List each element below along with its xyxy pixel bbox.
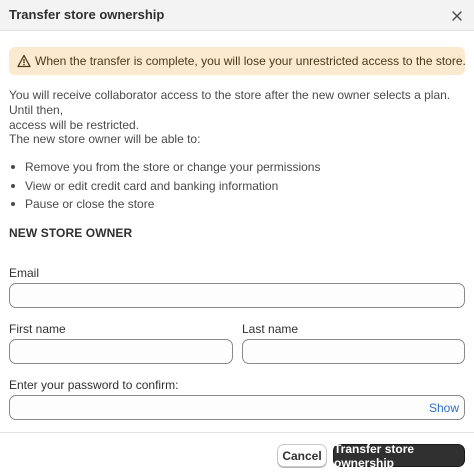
dialog-header: Transfer store ownership [0, 0, 474, 31]
info-paragraph-line: You will receive collaborator access to … [9, 88, 451, 117]
close-button[interactable] [446, 5, 468, 27]
section-heading: NEW STORE OWNER [9, 226, 133, 240]
info-paragraph: You will receive collaborator access to … [9, 88, 474, 133]
show-password-button[interactable]: Show [429, 401, 459, 415]
warning-banner-text: When the transfer is complete, you will … [35, 54, 466, 68]
alert-triangle-icon [17, 54, 31, 68]
list-item: Remove you from the store or change your… [9, 160, 320, 179]
info-paragraph-line: access will be restricted. [9, 118, 140, 132]
password-field[interactable] [9, 395, 465, 420]
password-label: Enter your password to confirm: [9, 378, 179, 392]
last-name-field[interactable] [242, 339, 465, 364]
first-name-label: First name [9, 322, 66, 336]
email-field[interactable] [9, 283, 465, 308]
capabilities-intro: The new store owner will be able to: [9, 132, 201, 146]
last-name-label: Last name [242, 322, 299, 336]
cancel-button[interactable]: Cancel [277, 444, 327, 467]
first-name-field[interactable] [9, 339, 233, 364]
close-icon [452, 11, 462, 21]
transfer-store-ownership-button[interactable]: Transfer store ownership [333, 442, 465, 470]
list-item: Pause or close the store [9, 197, 320, 216]
email-label: Email [9, 266, 40, 280]
capabilities-list: Remove you from the store or change your… [9, 160, 320, 216]
footer-divider [0, 432, 474, 433]
dialog-title: Transfer store ownership [9, 7, 165, 22]
list-item: View or edit credit card and banking inf… [9, 179, 320, 198]
warning-banner: When the transfer is complete, you will … [9, 47, 466, 75]
